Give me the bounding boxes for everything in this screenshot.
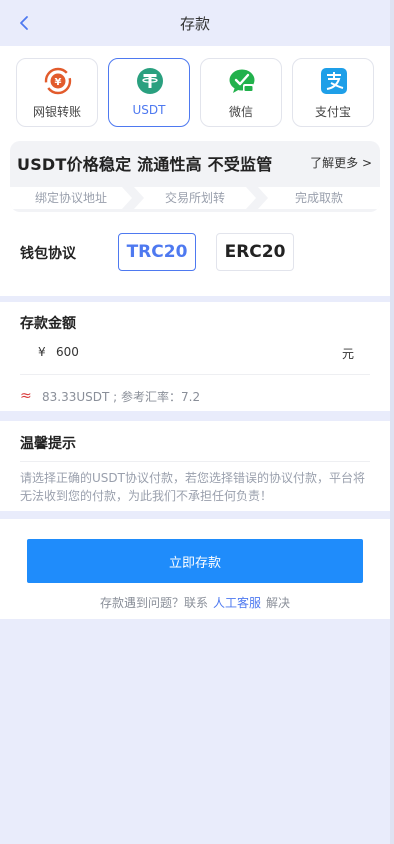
actions-panel: 立即存款 存款遇到问题？联系 人工客服 解决 <box>0 519 390 619</box>
method-wechat[interactable]: 微信 <box>200 58 282 127</box>
protocol-erc20-button[interactable]: ERC20 <box>216 233 294 271</box>
banner-title: USDT价格稳定 流通性高 不受监管 <box>17 155 273 174</box>
approx-icon: ≈ <box>20 388 32 404</box>
wechat-pay-icon <box>229 69 255 93</box>
exchange-rate-text: 83.33USDT ; 参考汇率：7.2 <box>42 390 201 404</box>
tether-icon <box>137 68 163 94</box>
alipay-icon <box>321 68 347 94</box>
tips-body: 请选择正确的USDT协议付款，若您选择错误的协议付款，平台将无法收到您的付款，为… <box>20 471 365 503</box>
protocol-trc20-button[interactable]: TRC20 <box>118 233 196 271</box>
currency-symbol: ¥ <box>38 345 46 359</box>
svg-text:¥: ¥ <box>55 77 62 88</box>
step-exchange-transfer: 交易所划转 <box>134 187 256 209</box>
page-title: 存款 <box>179 15 210 33</box>
step-complete: 完成取款 <box>258 187 380 209</box>
method-alipay[interactable]: 支付宝 <box>292 58 374 127</box>
usdt-info-banner: USDT价格稳定 流通性高 不受监管 了解更多 > 绑定协议地址 交易所划转 完… <box>10 141 380 212</box>
amount-unit: 元 <box>341 347 354 361</box>
help-prefix: 存款遇到问题？联系 <box>99 596 208 610</box>
divider <box>20 461 370 462</box>
scrollbar[interactable] <box>390 0 394 844</box>
amount-title: 存款金额 <box>20 316 76 332</box>
process-steps: 绑定协议地址 交易所划转 完成取款 <box>10 187 380 209</box>
method-label: 支付宝 <box>314 105 351 119</box>
deposit-amount-panel: 存款金额 ¥ 元 ≈ 83.33USDT ; 参考汇率：7.2 <box>0 302 390 411</box>
method-label: 网银转账 <box>32 105 81 119</box>
help-line: 存款遇到问题？联系 人工客服 解决 <box>0 594 390 611</box>
tips-title: 温馨提示 <box>20 436 76 452</box>
method-usdt[interactable]: USDT <box>108 58 190 127</box>
method-label: USDT <box>132 103 166 117</box>
help-suffix: 解决 <box>266 596 291 610</box>
tips-panel: 温馨提示 请选择正确的USDT协议付款，若您选择错误的协议付款，平台将无法收到您… <box>0 421 390 511</box>
bank-transfer-icon: ¥ <box>44 67 72 95</box>
deposit-submit-button[interactable]: 立即存款 <box>27 539 363 583</box>
payment-methods-panel: ¥ 网银转账 USDT 微信 支付宝 USDT价格稳定 流通性高 不受监管 了解… <box>0 46 390 296</box>
learn-more-link[interactable]: 了解更多 > <box>310 154 372 171</box>
customer-service-link[interactable]: 人工客服 <box>213 596 261 610</box>
wallet-protocol-label: 钱包协议 <box>20 246 76 262</box>
method-bank-transfer[interactable]: ¥ 网银转账 <box>16 58 98 127</box>
header: 存款 <box>0 0 390 46</box>
amount-input[interactable] <box>56 342 316 362</box>
divider <box>20 374 370 375</box>
step-bind-address: 绑定协议地址 <box>10 187 132 209</box>
method-label: 微信 <box>228 105 253 119</box>
